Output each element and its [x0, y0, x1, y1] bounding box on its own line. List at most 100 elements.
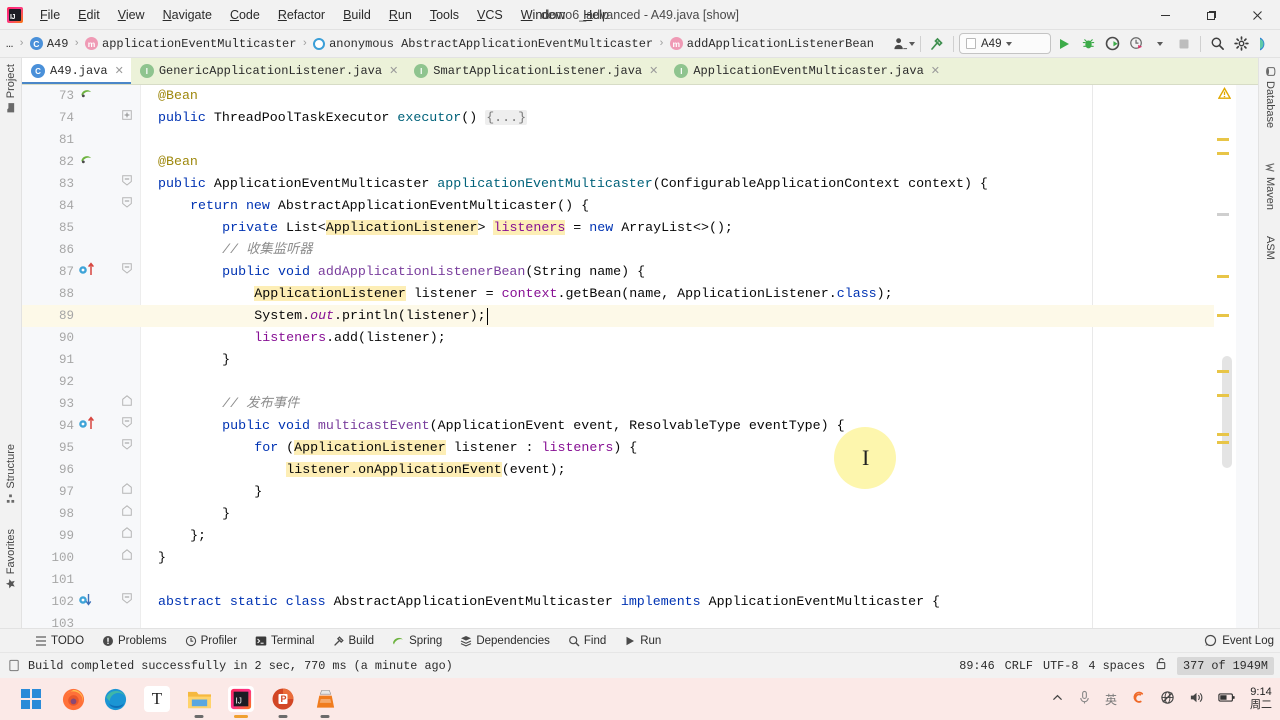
tab-close-icon[interactable]: ✕	[115, 64, 124, 78]
marker-warning[interactable]	[1217, 314, 1229, 317]
code-row[interactable]	[140, 613, 1236, 628]
tool-window-find[interactable]: Find	[559, 632, 615, 650]
code-row[interactable]: @Bean	[140, 151, 1236, 173]
memory-indicator[interactable]: 377 of 1949M	[1177, 656, 1274, 675]
fold-collapse-icon[interactable]	[120, 261, 134, 283]
fold-end-icon[interactable]	[120, 481, 134, 503]
menu-refactor[interactable]: Refactor	[269, 4, 334, 26]
ime-chinese-icon[interactable]: 英	[1105, 691, 1117, 708]
gutter-row[interactable]: 89	[22, 305, 140, 327]
profile-dropdown-icon[interactable]	[1149, 33, 1171, 55]
menu-view[interactable]: View	[109, 4, 154, 26]
editor-tab-1[interactable]: I GenericApplicationListener.java ✕	[131, 58, 405, 84]
code-row[interactable]: listeners.add(listener);	[140, 327, 1236, 349]
windows-start-icon[interactable]	[18, 686, 44, 712]
gutter-row[interactable]: 90	[22, 327, 140, 349]
gutter-row[interactable]: 86	[22, 239, 140, 261]
tool-window-dependencies[interactable]: Dependencies	[451, 632, 559, 650]
intellij-idea-icon[interactable]: IJ	[228, 686, 254, 718]
search-icon[interactable]	[1206, 33, 1228, 55]
code-row[interactable]: listener.onApplicationEvent(event);	[140, 459, 1236, 481]
marker-warning[interactable]	[1217, 138, 1229, 141]
tool-window-profiler[interactable]: Profiler	[176, 632, 246, 650]
menu-bar[interactable]: File Edit View Navigate Code Refactor Build Run…	[31, 4, 618, 26]
sidebar-item-project[interactable]: Project	[0, 58, 22, 119]
close-button[interactable]	[1234, 0, 1280, 30]
tab-close-icon[interactable]: ✕	[649, 64, 658, 78]
gutter-row[interactable]: 96	[22, 459, 140, 481]
fold-collapse-icon[interactable]	[120, 415, 134, 437]
code-row[interactable]: private List<ApplicationListener> listen…	[140, 217, 1236, 239]
marker-warning[interactable]	[1217, 152, 1229, 155]
line-separator[interactable]: CRLF	[1005, 659, 1033, 673]
fold-end-icon[interactable]	[120, 547, 134, 569]
menu-vcs[interactable]: VCS	[468, 4, 512, 26]
menu-edit[interactable]: Edit	[69, 4, 109, 26]
microphone-icon[interactable]	[1078, 690, 1091, 708]
battery-icon[interactable]	[1218, 691, 1236, 707]
network-offline-icon[interactable]	[1160, 690, 1175, 708]
code-row[interactable]: // 发布事件	[140, 393, 1236, 415]
menu-help[interactable]: Help	[574, 4, 618, 26]
marker-warning[interactable]	[1217, 394, 1229, 397]
editor-tab-3[interactable]: I ApplicationEventMulticaster.java ✕	[665, 58, 947, 84]
sidebar-item-favorites[interactable]: Favorites	[0, 523, 22, 595]
marker-warning[interactable]	[1217, 441, 1229, 444]
fold-collapse-icon[interactable]	[120, 437, 134, 459]
ai-assistant-icon[interactable]	[1254, 33, 1276, 55]
menu-run[interactable]: Run	[380, 4, 421, 26]
sidebar-item-database[interactable]: Database	[1259, 60, 1280, 134]
debug-icon[interactable]	[1077, 33, 1099, 55]
gutter-row[interactable]: 85	[22, 217, 140, 239]
gutter-row[interactable]: 103	[22, 613, 140, 628]
build-status[interactable]: Build completed successfully in 2 sec, 7…	[0, 659, 453, 673]
marker-info[interactable]	[1217, 213, 1229, 216]
minimize-button[interactable]	[1142, 0, 1188, 30]
tool-window-todo[interactable]: TODO	[26, 632, 93, 650]
code-row[interactable]: }	[140, 481, 1236, 503]
gutter-row[interactable]: 82	[22, 151, 140, 173]
run-configuration-selector[interactable]: A49	[959, 33, 1051, 54]
menu-file[interactable]: File	[31, 4, 69, 26]
overridden-method-icon[interactable]	[78, 591, 98, 613]
powerpoint-icon[interactable]: P	[270, 686, 296, 718]
gutter-row[interactable]: 99	[22, 525, 140, 547]
taskbar-clock[interactable]: 9:14 周二	[1250, 686, 1272, 712]
typora-icon[interactable]: T	[144, 686, 170, 712]
hammer-icon[interactable]	[926, 33, 948, 55]
code-row[interactable]: abstract static class AbstractApplicatio…	[140, 591, 1236, 613]
breadcrumb-item-3[interactable]: anonymous AbstractApplicationEventMultic…	[309, 35, 657, 53]
settings-gear-icon[interactable]	[1230, 33, 1252, 55]
editor-gutter[interactable]: 73 74 81 82 83 84 85 86 87 88 89 90 91 92 93 94 95 96 97 98…	[22, 85, 140, 628]
sogou-input-icon[interactable]	[1131, 690, 1146, 708]
gutter-row[interactable]: 83	[22, 173, 140, 195]
gutter-row[interactable]: 95	[22, 437, 140, 459]
tool-window-run[interactable]: Run	[615, 632, 670, 650]
edge-icon[interactable]	[102, 686, 128, 712]
breadcrumb-item-4[interactable]: m addApplicationListenerBean	[666, 35, 878, 53]
fold-collapse-icon[interactable]	[120, 195, 134, 217]
sidebar-item-asm[interactable]: ASM	[1259, 230, 1280, 266]
code-row[interactable]: public void multicastEvent(ApplicationEv…	[140, 415, 1236, 437]
code-row[interactable]: public void addApplicationListenerBean(S…	[140, 261, 1236, 283]
breadcrumb[interactable]: … › C A49 › m applicationEventMulticaster › anon…	[0, 35, 893, 53]
breadcrumb-item-2[interactable]: m applicationEventMulticaster	[81, 35, 300, 53]
editor-scrollbar-thumb[interactable]	[1222, 356, 1232, 468]
breadcrumb-item-0[interactable]: …	[2, 35, 17, 53]
fold-end-icon[interactable]	[120, 525, 134, 547]
gutter-row[interactable]: 94	[22, 415, 140, 437]
menu-window[interactable]: Window	[512, 4, 574, 26]
profile-icon[interactable]	[1125, 33, 1147, 55]
menu-tools[interactable]: Tools	[421, 4, 468, 26]
fold-collapse-icon[interactable]	[120, 173, 134, 195]
tool-window-build[interactable]: Build	[324, 632, 384, 650]
code-row[interactable]	[140, 569, 1236, 591]
code-editor[interactable]: 73 74 81 82 83 84 85 86 87 88 89 90 91 92 93 94 95 96 97 98…	[22, 85, 1236, 628]
user-settings-icon[interactable]	[893, 33, 915, 55]
gutter-row[interactable]: 81	[22, 129, 140, 151]
gutter-row[interactable]: 74	[22, 107, 140, 129]
run-coverage-icon[interactable]	[1101, 33, 1123, 55]
file-explorer-icon[interactable]	[186, 686, 212, 718]
spring-bean-icon[interactable]	[80, 85, 93, 107]
code-row[interactable]: public ApplicationEventMulticaster appli…	[140, 173, 1236, 195]
